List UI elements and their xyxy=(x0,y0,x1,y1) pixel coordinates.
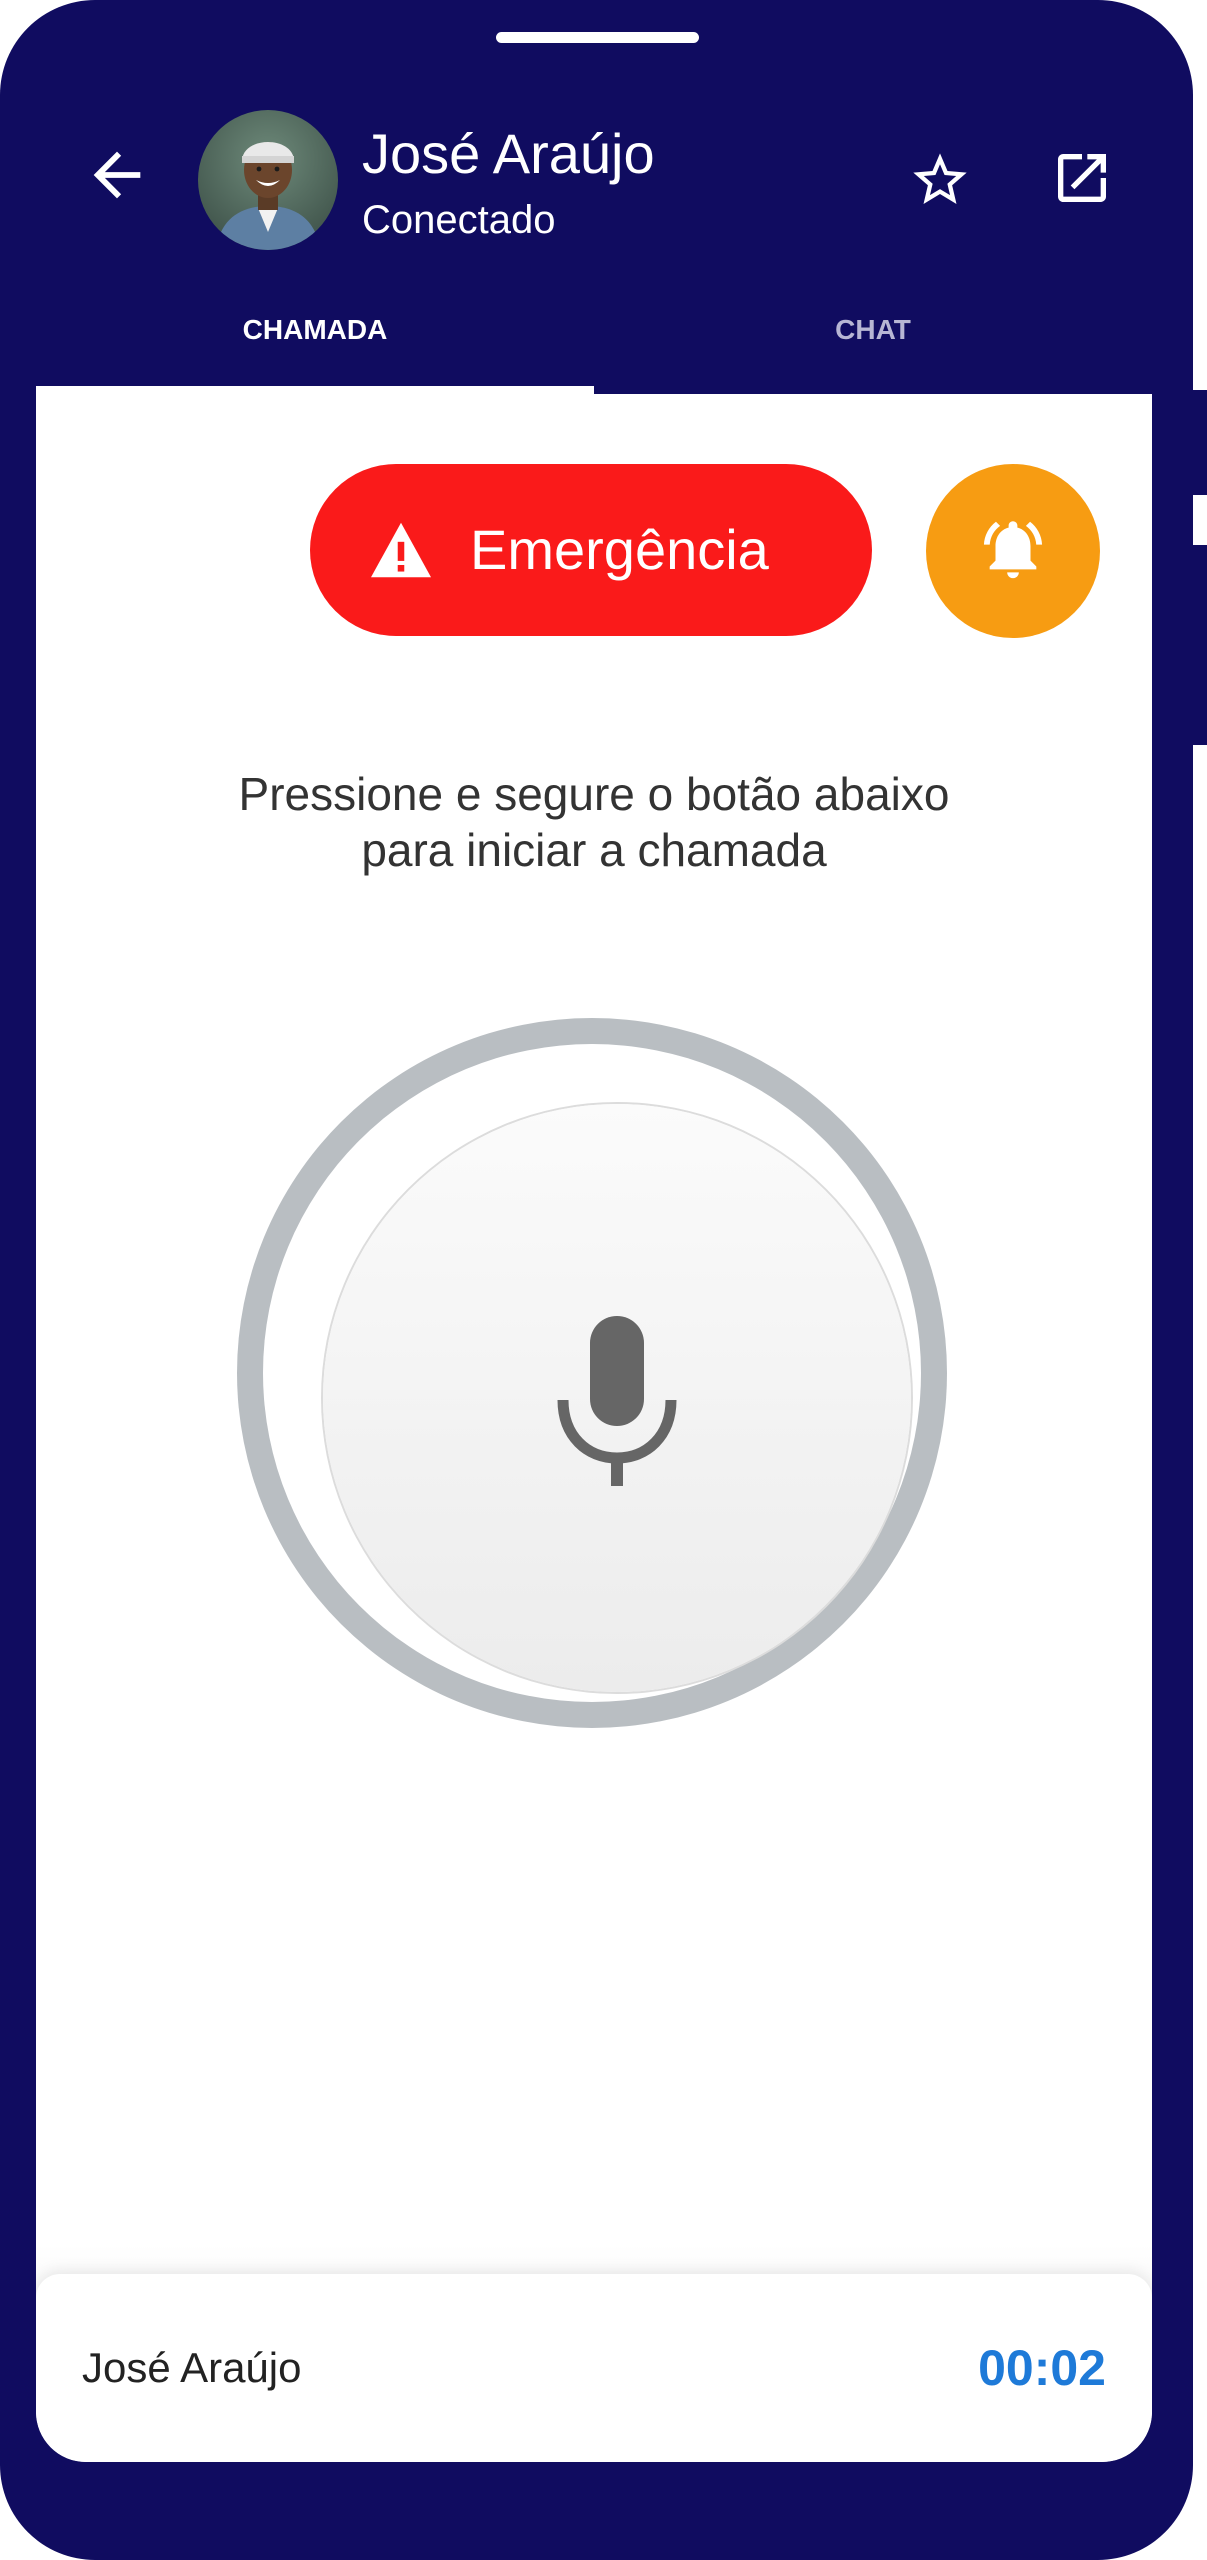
call-instruction: Pressione e segure o botão abaixo para i… xyxy=(36,766,1152,878)
star-icon xyxy=(913,153,967,204)
call-status-bar: José Araújo 00:02 xyxy=(36,2274,1152,2462)
open-external-button[interactable] xyxy=(1050,146,1114,210)
tab-chamada[interactable]: CHAMADA xyxy=(36,300,594,392)
emergency-label: Emergência xyxy=(470,518,769,581)
push-to-talk-ring xyxy=(237,1018,947,1728)
emergency-button[interactable]: Emergência xyxy=(310,464,872,636)
avatar[interactable] xyxy=(198,110,338,250)
call-panel: Emergência Pressione e segure o botão ab… xyxy=(36,394,1152,2462)
alarm-button[interactable] xyxy=(926,464,1100,638)
tab-indicator xyxy=(36,386,594,394)
call-timer: 00:02 xyxy=(978,2340,1106,2396)
push-to-talk-gap xyxy=(263,1044,921,1702)
status-notch xyxy=(496,32,699,43)
person-photo-icon xyxy=(198,110,338,250)
arrow-left-icon xyxy=(93,151,141,199)
side-button-volume xyxy=(1187,390,1207,495)
alarm-bell-icon xyxy=(983,521,1043,579)
microphone-icon xyxy=(557,1316,677,1486)
warning-icon xyxy=(371,522,431,578)
instruction-line-2: para iniciar a chamada xyxy=(361,824,827,876)
connection-status: Conectado xyxy=(362,198,556,242)
instruction-line-1: Pressione e segure o botão abaixo xyxy=(238,768,950,820)
open-external-icon xyxy=(1058,154,1106,202)
contact-name: José Araújo xyxy=(362,122,655,185)
favorite-button[interactable] xyxy=(908,148,972,212)
back-button[interactable] xyxy=(82,140,152,210)
footer-contact-name: José Araújo xyxy=(82,2344,302,2391)
side-button-power xyxy=(1187,545,1207,745)
tab-chat[interactable]: CHAT xyxy=(594,300,1152,392)
push-to-talk-button[interactable] xyxy=(323,1104,911,1692)
